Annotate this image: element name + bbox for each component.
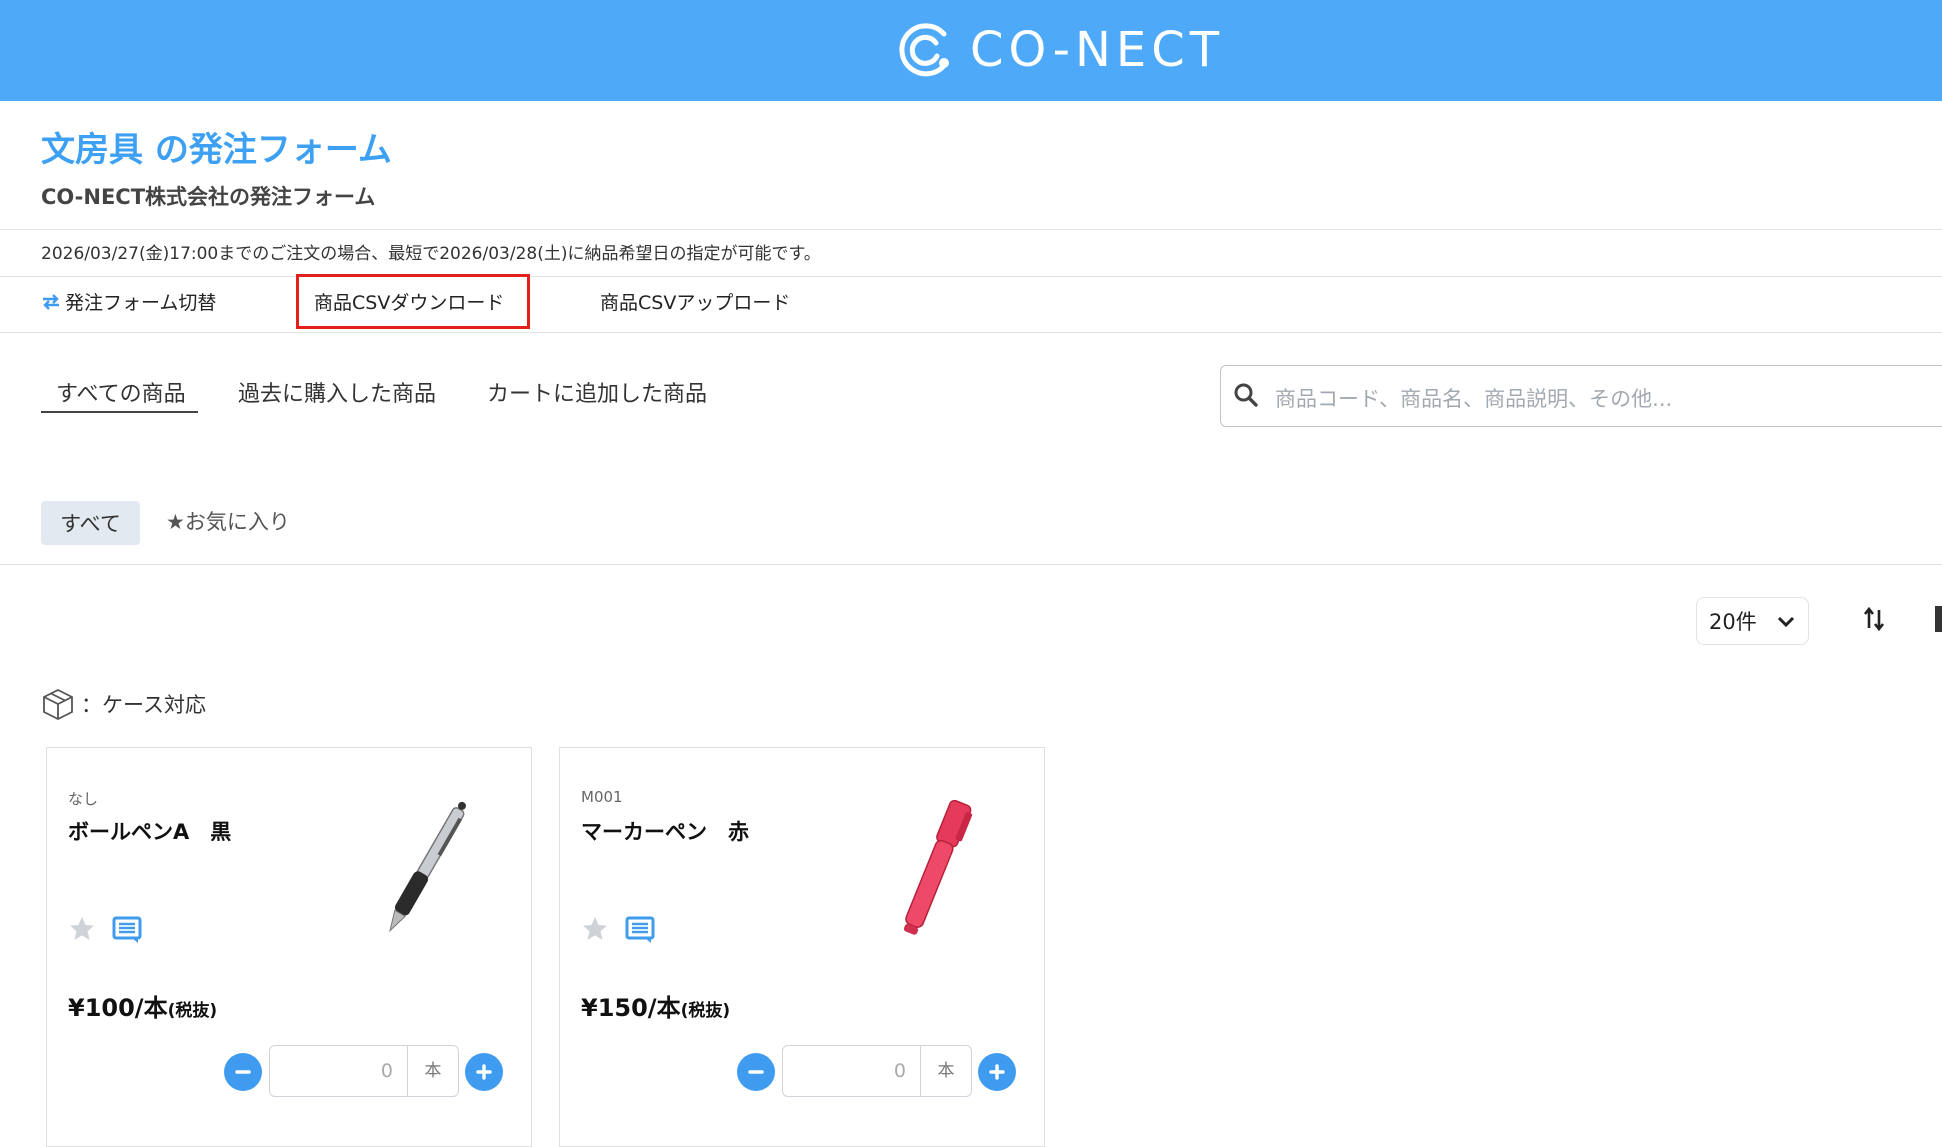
case-legend: ：ケース対応 bbox=[41, 687, 206, 721]
tax-note: (税抜) bbox=[680, 1001, 731, 1021]
product-code: なし bbox=[68, 790, 99, 808]
quantity-stepper[interactable]: 0 本 bbox=[269, 1045, 459, 1097]
switch-arrows-icon bbox=[43, 293, 59, 310]
search-icon bbox=[1234, 383, 1258, 407]
quantity-stepper[interactable]: 0 本 bbox=[782, 1045, 972, 1097]
decrement-button[interactable] bbox=[224, 1053, 262, 1091]
active-tab-indicator bbox=[41, 411, 198, 413]
tab-purchased-products[interactable]: 過去に購入した商品 bbox=[238, 376, 436, 408]
increment-button[interactable] bbox=[978, 1053, 1016, 1091]
star-icon[interactable] bbox=[581, 915, 609, 943]
delivery-notice: 2026/03/27(金)17:00までのご注文の場合、最短で2026/03/2… bbox=[41, 244, 821, 264]
product-price: ¥150/本(税抜) bbox=[581, 988, 730, 1023]
quantity-input[interactable]: 0 bbox=[783, 1046, 920, 1096]
view-toggle-icon[interactable] bbox=[1935, 606, 1942, 632]
divider bbox=[0, 276, 1942, 277]
product-name[interactable]: マーカーペン 赤 bbox=[581, 816, 749, 846]
page-subtitle: CO-NECT株式会社の発注フォーム bbox=[41, 185, 376, 209]
csv-upload-button[interactable]: 商品CSVアップロード bbox=[600, 288, 790, 315]
per-page-value: 20件 bbox=[1709, 610, 1757, 634]
ballpoint-pen-icon bbox=[389, 801, 466, 933]
price-value: ¥150/本 bbox=[581, 994, 681, 1022]
filter-all-chip[interactable]: すべて bbox=[41, 501, 140, 545]
minus-icon bbox=[235, 1070, 251, 1074]
sort-icon[interactable] bbox=[1862, 606, 1886, 632]
tab-cart-products[interactable]: カートに追加した商品 bbox=[487, 376, 707, 408]
logo-icon bbox=[899, 23, 949, 77]
box-icon bbox=[43, 688, 73, 721]
price-value: ¥100/本 bbox=[68, 994, 168, 1022]
plus-icon bbox=[476, 1064, 492, 1080]
plus-icon bbox=[989, 1064, 1005, 1080]
divider bbox=[0, 229, 1942, 230]
case-legend-label: ：ケース対応 bbox=[81, 693, 206, 717]
quantity-input[interactable]: 0 bbox=[270, 1046, 407, 1096]
divider bbox=[0, 564, 1942, 565]
marker-pen-icon bbox=[903, 799, 973, 935]
filter-favorites-chip[interactable]: ★お気に入り bbox=[166, 506, 290, 536]
product-code: M001 bbox=[581, 788, 623, 806]
switch-form-button[interactable]: 発注フォーム切替 bbox=[41, 288, 216, 315]
star-icon[interactable] bbox=[68, 915, 96, 943]
divider bbox=[0, 332, 1942, 333]
decrement-button[interactable] bbox=[737, 1053, 775, 1091]
product-price: ¥100/本(税抜) bbox=[68, 988, 217, 1023]
comment-icon[interactable] bbox=[625, 915, 655, 945]
search-placeholder: 商品コード、商品名、商品説明、その他... bbox=[1275, 387, 1673, 411]
chevron-down-icon bbox=[1777, 616, 1795, 628]
csv-upload-label: 商品CSVアップロード bbox=[600, 292, 791, 314]
csv-download-label: 商品CSVダウンロード bbox=[314, 292, 505, 314]
increment-button[interactable] bbox=[465, 1053, 503, 1091]
brand-logo[interactable]: CO-NECT bbox=[896, 18, 1224, 82]
quantity-unit: 本 bbox=[920, 1046, 971, 1096]
switch-form-label: 発注フォーム切替 bbox=[65, 292, 217, 314]
tax-note: (税抜) bbox=[167, 1001, 218, 1021]
comment-icon[interactable] bbox=[112, 915, 142, 945]
brand-name: CO-NECT bbox=[970, 22, 1225, 78]
quantity-unit: 本 bbox=[407, 1046, 458, 1096]
product-name[interactable]: ボールペンA 黒 bbox=[68, 816, 231, 846]
per-page-select[interactable]: 20件 bbox=[1696, 597, 1809, 645]
tab-all-products[interactable]: すべての商品 bbox=[56, 376, 186, 408]
page-title: 文房具 の発注フォーム bbox=[41, 130, 392, 170]
csv-download-button[interactable]: 商品CSVダウンロード bbox=[314, 288, 504, 315]
minus-icon bbox=[748, 1070, 764, 1074]
